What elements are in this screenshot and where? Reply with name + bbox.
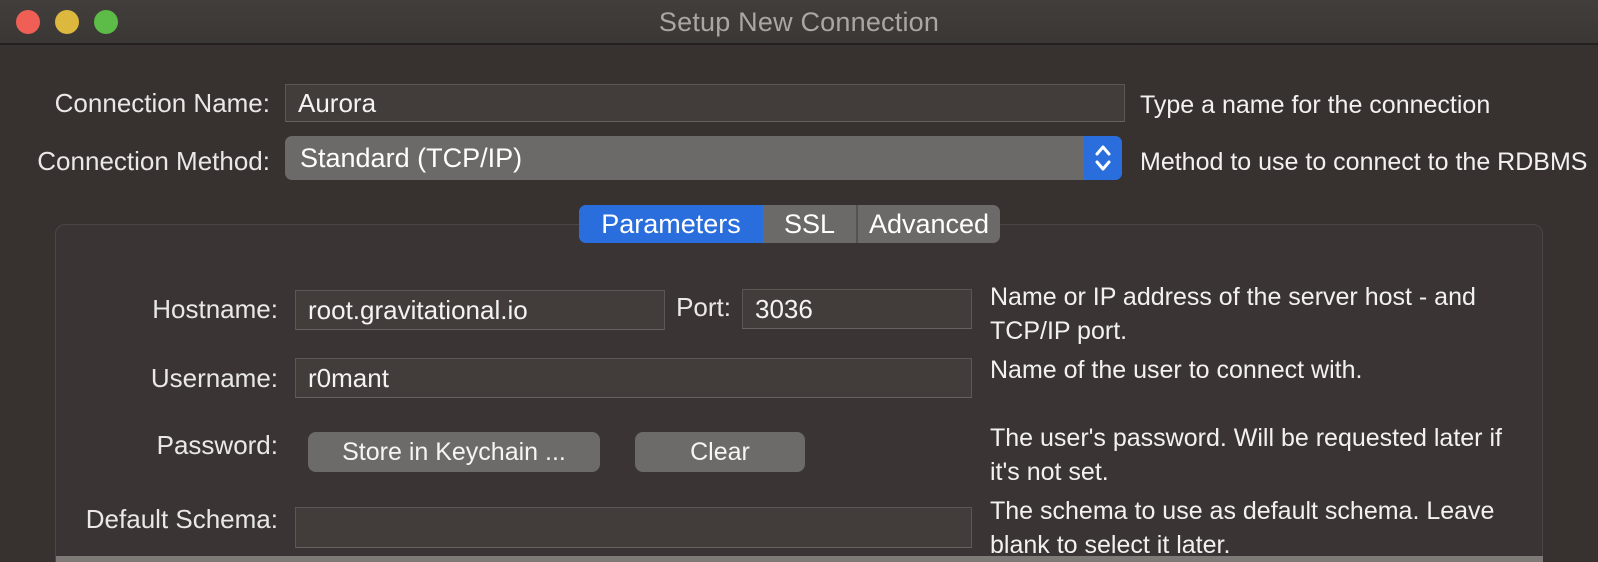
tab-ssl[interactable]: SSL: [763, 205, 856, 243]
username-input[interactable]: [295, 358, 972, 398]
hostname-input[interactable]: [295, 290, 665, 330]
clear-password-button[interactable]: Clear: [635, 432, 805, 472]
title-bar: Setup New Connection: [0, 0, 1598, 45]
connection-method-select[interactable]: Standard (TCP/IP): [285, 136, 1122, 180]
up-down-chevrons-icon: [1091, 142, 1115, 174]
tab-bar: Parameters SSL Advanced: [579, 205, 1000, 243]
default-schema-label: Default Schema:: [60, 504, 278, 535]
minimize-window-button[interactable]: [55, 10, 79, 34]
store-in-keychain-button[interactable]: Store in Keychain ...: [308, 432, 600, 472]
connection-name-help: Type a name for the connection: [1140, 88, 1590, 122]
connection-method-value: Standard (TCP/IP): [285, 143, 1084, 174]
password-help: The user's password. Will be requested l…: [990, 421, 1510, 489]
connection-name-input[interactable]: [285, 84, 1125, 122]
tab-advanced[interactable]: Advanced: [856, 205, 1000, 243]
cutoff-bottom-control: [56, 556, 1543, 562]
default-schema-input[interactable]: [295, 507, 972, 548]
connection-method-label: Connection Method:: [0, 146, 270, 177]
port-label: Port:: [660, 292, 731, 323]
setup-new-connection-dialog: Setup New Connection Connection Name: Ty…: [0, 0, 1598, 562]
hostname-label: Hostname:: [60, 294, 278, 325]
default-schema-help: The schema to use as default schema. Lea…: [990, 494, 1500, 562]
password-label: Password:: [60, 430, 278, 461]
connection-method-help: Method to use to connect to the RDBMS: [1140, 145, 1598, 179]
port-input[interactable]: [742, 289, 972, 329]
close-window-button[interactable]: [16, 10, 40, 34]
username-help: Name of the user to connect with.: [990, 353, 1500, 387]
select-stepper-cap: [1084, 136, 1122, 180]
connection-name-label: Connection Name:: [0, 88, 270, 119]
zoom-window-button[interactable]: [94, 10, 118, 34]
username-label: Username:: [60, 363, 278, 394]
tab-parameters[interactable]: Parameters: [579, 205, 763, 243]
hostname-port-help: Name or IP address of the server host - …: [990, 280, 1500, 348]
window-title: Setup New Connection: [0, 0, 1598, 45]
